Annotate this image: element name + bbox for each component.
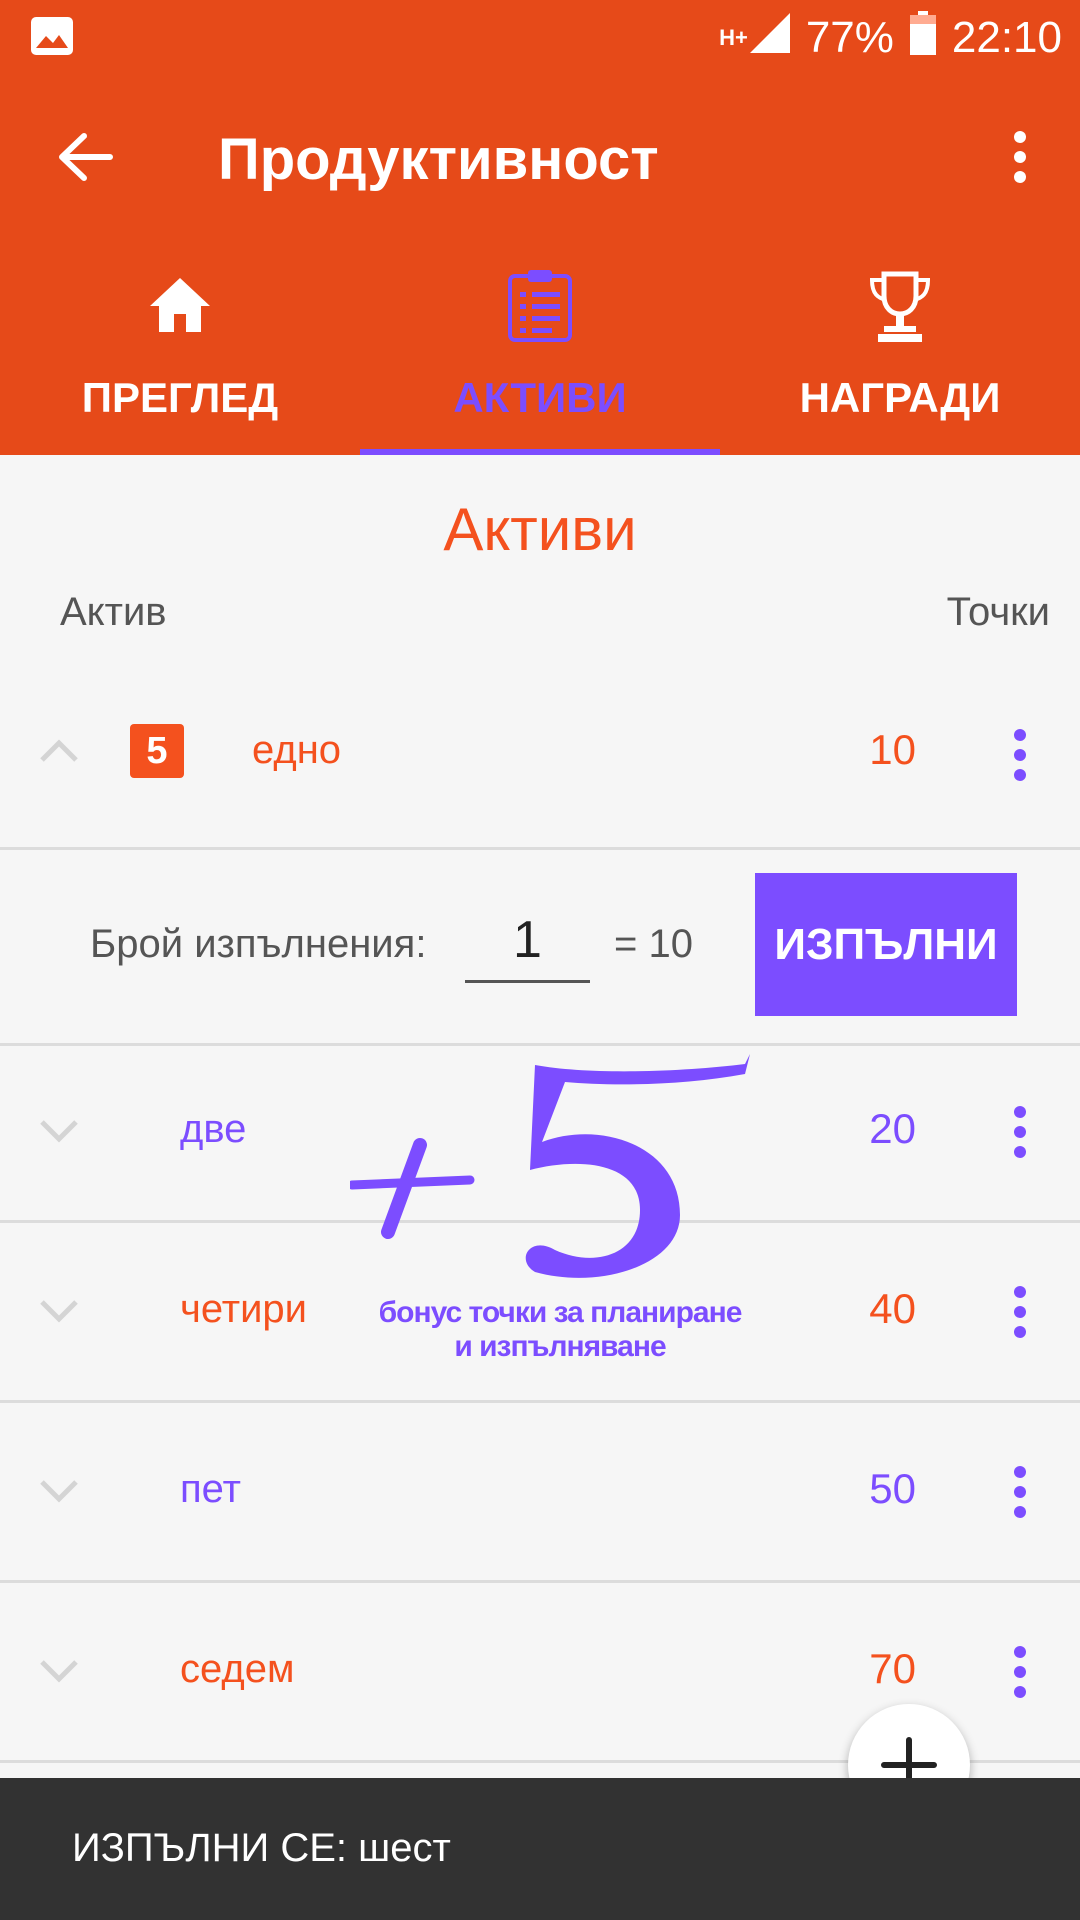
- asset-badge: 5: [130, 724, 184, 778]
- tab-label-overview: ПРЕГЛЕД: [81, 374, 279, 421]
- execute-button[interactable]: ИЗПЪЛНИ: [755, 873, 1017, 1016]
- gallery-icon: [30, 16, 74, 56]
- signal-icon: [749, 12, 790, 64]
- trophy-icon: [860, 266, 940, 346]
- bonus-line-1: бонус точки за планиране: [378, 1296, 743, 1329]
- clock: 22:10: [951, 13, 1062, 62]
- more-vert-icon[interactable]: [990, 1277, 1050, 1347]
- back-arrow-icon[interactable]: [50, 122, 120, 192]
- toolbar: Продуктивност: [0, 76, 1080, 236]
- battery-icon: [909, 10, 936, 66]
- tab-overview[interactable]: ПРЕГЛЕД: [0, 236, 360, 455]
- battery-percent: 77%: [805, 13, 894, 62]
- asset-points: 20: [869, 1105, 916, 1152]
- network-type: H+: [719, 25, 748, 50]
- bonus-line-2: и изпълняване: [454, 1330, 666, 1363]
- execution-total: = 10: [614, 922, 693, 966]
- list-item[interactable]: две 20: [0, 1043, 1080, 1223]
- tab-rewards[interactable]: НАГРАДИ: [720, 236, 1080, 455]
- clipboard-icon: [500, 266, 580, 346]
- tab-label-assets: АКТИВИ: [453, 374, 627, 421]
- chevron-down-icon[interactable]: [34, 1465, 84, 1515]
- list-item[interactable]: 5 едно 10: [0, 660, 1080, 850]
- asset-name: пет: [180, 1467, 241, 1511]
- list-item[interactable]: пет 50: [0, 1403, 1080, 1583]
- asset-points: 40: [869, 1285, 916, 1332]
- column-header-asset: Актив: [60, 590, 167, 634]
- asset-name: две: [180, 1107, 247, 1151]
- home-icon: [140, 266, 220, 346]
- status-bar: H+ 77% 22:10: [0, 0, 1080, 76]
- asset-points: 70: [869, 1645, 916, 1692]
- chevron-down-icon[interactable]: [34, 1105, 84, 1155]
- execution-panel: Брой изпълнения: = 10 ИЗПЪЛНИ: [0, 850, 1080, 1046]
- asset-name: четири: [180, 1287, 308, 1331]
- tab-indicator: [360, 449, 720, 455]
- asset-points: 50: [869, 1465, 916, 1512]
- tab-assets[interactable]: АКТИВИ: [360, 236, 720, 455]
- snackbar-message: ИЗПЪЛНИ СЕ: шест: [72, 1826, 451, 1870]
- asset-name: седем: [180, 1647, 295, 1691]
- bonus-text: бонус точки за планиране и изпълняване: [320, 1296, 800, 1364]
- more-vert-icon[interactable]: [990, 720, 1050, 790]
- tab-label-rewards: НАГРАДИ: [799, 374, 1001, 421]
- more-vert-icon[interactable]: [990, 1637, 1050, 1707]
- more-vert-icon[interactable]: [990, 1457, 1050, 1527]
- more-vert-icon[interactable]: [990, 1097, 1050, 1167]
- snackbar: ИЗПЪЛНИ СЕ: шест: [0, 1778, 1080, 1920]
- chevron-down-icon[interactable]: [34, 1285, 84, 1335]
- chevron-down-icon[interactable]: [34, 1645, 84, 1695]
- app-bar: H+ 77% 22:10 Продуктивност ПРЕГЛЕД АКТИВ…: [0, 0, 1080, 455]
- execution-count-label: Брой изпълнения:: [90, 922, 427, 966]
- tab-bar: ПРЕГЛЕД АКТИВИ НАГРАДИ: [0, 236, 1080, 455]
- more-vert-icon[interactable]: [990, 122, 1050, 192]
- chevron-up-icon[interactable]: [34, 726, 84, 776]
- status-indicators: H+ 77% 22:10: [719, 8, 1062, 68]
- column-header-points: Точки: [946, 590, 1050, 634]
- execution-count-input[interactable]: [465, 900, 590, 983]
- asset-points: 10: [869, 726, 916, 773]
- asset-name: едно: [252, 728, 342, 772]
- section-title: Активи: [443, 496, 637, 563]
- page-title: Продуктивност: [218, 127, 659, 192]
